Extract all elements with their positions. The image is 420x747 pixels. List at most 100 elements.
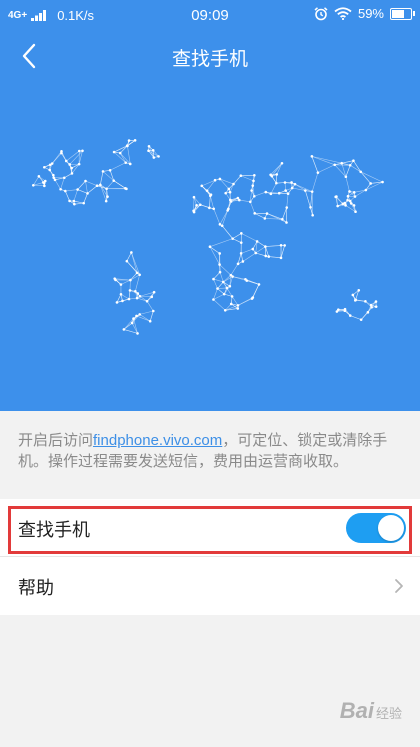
map-link [213,278,218,289]
map-node [213,178,217,182]
map-node [72,199,76,203]
map-link [209,195,211,208]
map-node [148,319,152,323]
map-node [241,260,245,263]
map-node [359,318,363,321]
map-node [253,173,256,177]
map-link [120,145,128,154]
map-node [86,192,89,195]
map-node [333,163,337,167]
map-node [352,191,356,194]
watermark-brand: Bai [339,698,374,723]
map-node [43,184,46,188]
map-link [232,233,242,239]
map-node [239,241,243,244]
map-link [136,297,148,302]
map-node [136,292,140,295]
map-link [311,172,319,192]
map-node [239,252,243,255]
map-node [254,251,258,255]
map-link [77,180,86,190]
map-node [225,286,229,290]
map-node [303,189,307,192]
map-node [200,184,204,188]
map-node [152,156,156,159]
map-link [360,312,369,320]
map-node [62,176,66,180]
help-row[interactable]: 帮助 [0,557,420,615]
map-node [257,283,261,286]
map-link [71,163,80,174]
map-link [128,290,131,300]
map-link [270,183,277,194]
map-node [253,212,257,215]
map-node [277,191,281,195]
map-node [128,162,132,166]
map-link [345,176,350,192]
map-node [264,190,268,194]
map-link [286,193,289,208]
map-node [290,181,293,184]
settings-list: 查找手机 帮助 [0,499,420,615]
find-phone-toggle[interactable] [346,513,406,543]
map-node [232,182,235,186]
map-link [106,180,114,189]
map-node [344,175,348,179]
find-phone-label: 查找手机 [18,520,90,540]
map-node [138,294,142,298]
map-link [345,165,351,177]
map-node [199,203,202,207]
map-node [77,162,81,166]
map-link [217,281,224,289]
hero-banner: 4G+ 0.1K/s 09:09 59% 查找手机 [0,0,420,411]
map-link [210,195,215,209]
map-node [135,296,139,300]
map-node [354,298,357,302]
map-link [239,199,251,203]
map-node [374,305,378,308]
map-node [112,179,116,182]
map-node [280,161,284,165]
map-link [74,202,84,205]
map-link [85,180,88,194]
map-link [317,164,335,173]
map-node [369,182,372,185]
map-node [336,204,339,208]
map-node [76,188,79,191]
map-node [81,149,84,153]
map-node [369,303,373,307]
map-link [209,246,220,265]
map-node [222,292,226,296]
map-link [233,175,242,185]
map-node [64,189,67,193]
map-node [37,175,41,178]
map-node [236,262,240,266]
map-node [124,161,128,164]
map-node [352,204,356,207]
map-node [99,183,102,187]
map-node [48,168,52,172]
map-link [255,246,266,254]
status-right: 59% [314,6,415,21]
watermark-suffix: 经验 [375,706,402,721]
map-node [286,192,290,196]
map-node [59,187,62,191]
map-node [245,279,249,282]
map-node [228,198,232,202]
map-node [84,179,87,183]
map-node [52,173,55,177]
map-node [106,195,109,198]
map-node [70,172,74,175]
map-link [77,189,88,194]
map-link [135,274,140,292]
map-node [218,252,221,255]
map-node [285,206,289,209]
map-link [130,272,138,281]
findphone-link[interactable]: findphone.vivo.com [93,432,222,449]
map-link [83,193,88,204]
map-node [64,159,68,163]
map-node [135,271,139,275]
map-link [85,180,98,186]
map-node [316,171,320,174]
map-node [130,251,133,254]
